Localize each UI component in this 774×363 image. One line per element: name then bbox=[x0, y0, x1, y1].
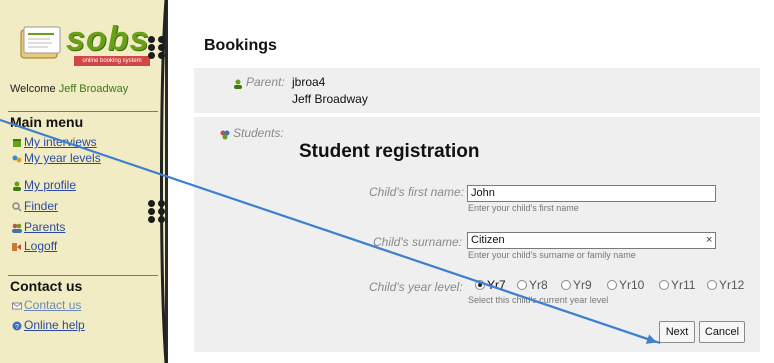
sobs-logo[interactable]: sobs online booking system bbox=[14, 18, 162, 72]
sidebar-item-finder[interactable]: Finder bbox=[12, 199, 58, 213]
year-level-label: Child's year level: bbox=[369, 280, 463, 294]
first-name-label: Child's first name: bbox=[369, 185, 464, 199]
person-icon bbox=[12, 180, 22, 191]
radio-dot bbox=[707, 280, 717, 290]
year-option-yr12[interactable]: Yr12 bbox=[707, 278, 744, 292]
year-option-yr8[interactable]: Yr8 bbox=[517, 278, 548, 292]
sidebar-item-online-help[interactable]: ? Online help bbox=[12, 318, 85, 332]
students-label: Students: bbox=[233, 126, 284, 140]
year-option-yr11[interactable]: Yr11 bbox=[659, 278, 695, 292]
cancel-button[interactable]: Cancel bbox=[699, 321, 745, 343]
sidebar-item-my-interviews[interactable]: My interviews bbox=[12, 135, 97, 149]
first-name-hint: Enter your child's first name bbox=[468, 203, 579, 213]
contact-title: Contact us bbox=[10, 278, 83, 294]
year-option-yr10[interactable]: Yr10 bbox=[607, 278, 644, 292]
calendar-icon bbox=[12, 137, 22, 147]
clear-icon[interactable]: × bbox=[706, 234, 712, 246]
brand-name: sobs bbox=[66, 20, 150, 58]
page-title: Bookings bbox=[204, 37, 277, 54]
sidebar-item-label: Finder bbox=[24, 199, 59, 213]
first-name-input[interactable]: John bbox=[467, 185, 716, 202]
brand-tagline: online booking system bbox=[74, 56, 150, 66]
surname-hint: Enter your child's surname or family nam… bbox=[468, 250, 636, 260]
binder-ring bbox=[146, 198, 170, 224]
radio-dot bbox=[561, 280, 571, 290]
year-option-yr7[interactable]: Yr7 bbox=[475, 278, 506, 292]
year-option-label: Yr12 bbox=[719, 278, 745, 292]
sidebar-item-my-profile[interactable]: My profile bbox=[12, 178, 76, 192]
group-icon bbox=[12, 153, 22, 163]
radio-dot bbox=[475, 280, 485, 290]
sidebar-item-label: My interviews bbox=[24, 135, 97, 149]
mail-icon bbox=[12, 300, 22, 310]
radio-dot bbox=[607, 280, 617, 290]
sidebar-item-label: Parents bbox=[24, 220, 66, 234]
finder-icon bbox=[12, 201, 22, 212]
year-option-yr9[interactable]: Yr9 bbox=[561, 278, 592, 292]
person-icon bbox=[233, 76, 243, 89]
students-icon bbox=[220, 127, 230, 140]
logoff-icon bbox=[12, 241, 22, 251]
next-button[interactable]: Next bbox=[659, 321, 695, 343]
surname-input[interactable]: Citizen bbox=[467, 232, 716, 249]
main-menu-title: Main menu bbox=[10, 114, 84, 130]
sidebar-item-label: Online help bbox=[24, 318, 85, 332]
sidebar-item-logoff[interactable]: Logoff bbox=[12, 239, 57, 253]
form-title: Student registration bbox=[299, 141, 480, 162]
sidebar-item-parents[interactable]: Parents bbox=[12, 220, 65, 234]
help-icon: ? bbox=[12, 320, 22, 331]
svg-text:?: ? bbox=[15, 324, 19, 331]
binder-ring bbox=[146, 34, 170, 60]
parent-name: Jeff Broadway bbox=[292, 92, 368, 106]
surname-label: Child's surname: bbox=[373, 235, 462, 249]
welcome-user: Jeff Broadway bbox=[58, 83, 129, 95]
divider bbox=[8, 111, 158, 112]
divider bbox=[8, 275, 158, 276]
year-option-label: Yr8 bbox=[529, 278, 548, 292]
welcome-text: Welcome Jeff Broadway bbox=[10, 83, 128, 95]
sidebar-item-my-year-levels[interactable]: My year levels bbox=[12, 151, 101, 165]
year-option-label: Yr10 bbox=[619, 278, 645, 292]
year-level-hint: Select this child's current year level bbox=[468, 295, 609, 305]
sidebar-item-label: Logoff bbox=[24, 239, 58, 253]
year-option-label: Yr9 bbox=[573, 278, 592, 292]
radio-dot bbox=[517, 280, 527, 290]
book-icon bbox=[20, 26, 61, 59]
year-option-label: Yr11 bbox=[671, 278, 696, 292]
sidebar-item-label: Contact us bbox=[24, 298, 82, 312]
sidebar-item-contact-us[interactable]: Contact us bbox=[12, 298, 81, 312]
welcome-prefix: Welcome bbox=[10, 83, 56, 95]
parent-username: jbroa4 bbox=[292, 75, 326, 89]
parents-icon bbox=[12, 222, 22, 233]
sidebar-item-label: My profile bbox=[24, 178, 77, 192]
parent-label: Parent: bbox=[246, 75, 285, 89]
radio-dot bbox=[659, 280, 669, 290]
year-option-label: Yr7 bbox=[487, 278, 506, 292]
sidebar-item-label: My year levels bbox=[24, 151, 101, 165]
